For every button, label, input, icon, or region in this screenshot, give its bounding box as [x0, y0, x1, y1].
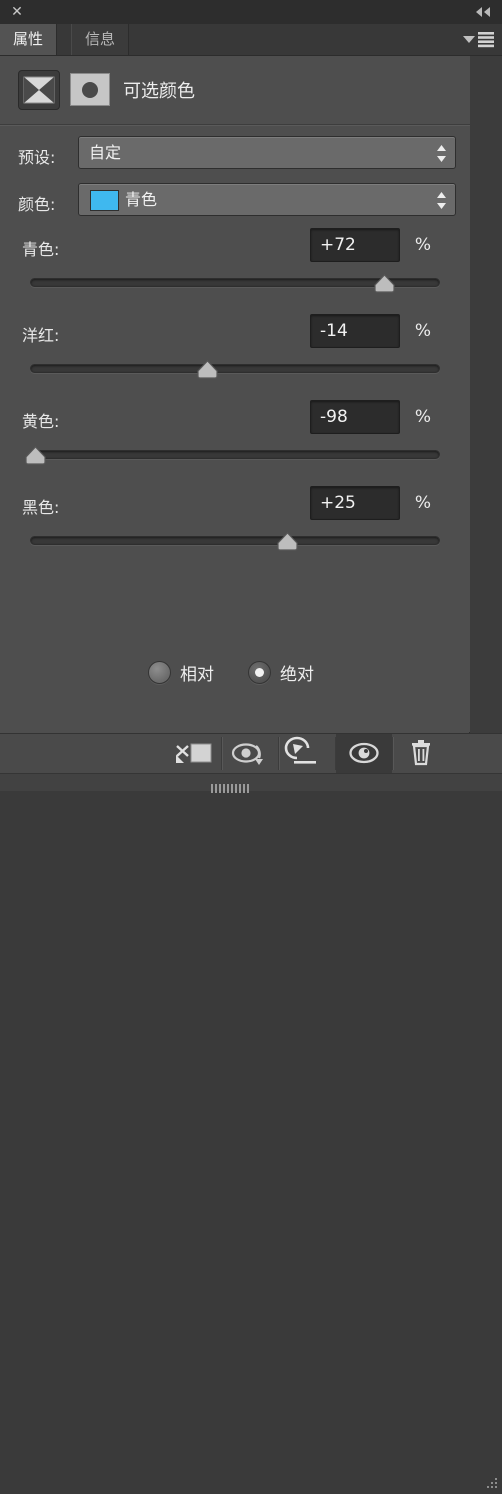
collapse-panel-icon[interactable] — [472, 4, 494, 20]
clip-to-layer-button[interactable] — [165, 734, 221, 773]
adjustment-header: 可选颜色 — [0, 56, 470, 124]
slider-value-text-2: -98 — [320, 407, 348, 427]
slider-value-input-0[interactable]: +72 — [310, 228, 400, 262]
color-swatch — [90, 190, 119, 211]
panel-content: 可选颜色 预设: 自定 颜色: 青色 青色: +72 % 洋红: -14 % 黄… — [0, 56, 470, 732]
slider-track-3[interactable] — [30, 532, 440, 551]
slider-track-1[interactable] — [30, 360, 440, 379]
colors-label: 颜色: — [18, 195, 56, 214]
method-option-relative-label: 相对 — [180, 665, 214, 685]
slider-label-0: 青色: — [22, 240, 60, 259]
dock-gutter — [469, 24, 502, 790]
tab-properties[interactable]: 属性 — [0, 24, 58, 55]
slider-thumb-2[interactable] — [24, 446, 47, 465]
method-option-absolute-label: 绝对 — [280, 665, 314, 685]
colors-value: 青色 — [125, 190, 158, 209]
panel-titlebar: ✕ — [0, 0, 502, 25]
preset-label: 预设: — [18, 148, 56, 167]
selective-color-adjustment-icon[interactable] — [18, 70, 60, 110]
slider-track-2[interactable] — [25, 446, 440, 465]
panel-menu-icon[interactable] — [461, 31, 495, 48]
colors-dropdown[interactable]: 青色 — [78, 183, 456, 216]
adjustment-title: 可选颜色 — [123, 81, 195, 102]
slider-value-input-2[interactable]: -98 — [310, 400, 400, 434]
chevron-updown-icon — [436, 191, 447, 210]
slider-label-3: 黑色: — [22, 498, 60, 517]
panel-bottom-toolbar — [0, 733, 502, 1488]
slider-unit-2: % — [414, 407, 431, 427]
resize-grip-icon[interactable] — [485, 1475, 499, 1489]
slider-value-input-3[interactable]: +25 — [310, 486, 400, 520]
slider-track-0[interactable] — [30, 274, 440, 293]
layer-mask-thumbnail[interactable] — [70, 73, 110, 106]
toggle-previous-state-button[interactable] — [222, 734, 278, 773]
slider-value-input-1[interactable]: -14 — [310, 314, 400, 348]
toggle-layer-visibility-button[interactable] — [336, 734, 392, 773]
slider-value-text-0: +72 — [320, 235, 356, 255]
delete-adjustment-button[interactable] — [393, 734, 449, 773]
slider-thumb-3[interactable] — [276, 532, 299, 551]
slider-value-text-1: -14 — [320, 321, 348, 341]
preset-value: 自定 — [89, 143, 122, 162]
slider-label-1: 洋红: — [22, 326, 60, 345]
panel-drag-strip[interactable] — [0, 773, 502, 793]
tab-info[interactable]: 信息 — [71, 24, 130, 55]
method-option-relative[interactable]: 相对 — [148, 660, 214, 685]
slider-value-text-3: +25 — [320, 493, 356, 513]
chevron-updown-icon — [436, 144, 447, 163]
slider-unit-1: % — [414, 321, 431, 341]
radio-relative[interactable] — [148, 661, 171, 684]
slider-label-2: 黄色: — [22, 412, 60, 431]
slider-unit-3: % — [414, 493, 431, 513]
reset-adjustment-button[interactable] — [279, 734, 335, 773]
close-icon[interactable]: ✕ — [9, 4, 25, 20]
method-option-absolute[interactable]: 绝对 — [248, 660, 314, 685]
divider — [0, 124, 470, 126]
slider-unit-0: % — [414, 235, 431, 255]
drag-grip-icon — [211, 778, 255, 793]
preset-dropdown[interactable]: 自定 — [78, 136, 456, 169]
radio-absolute[interactable] — [248, 661, 271, 684]
slider-thumb-1[interactable] — [196, 360, 219, 379]
mask-dot-icon — [82, 81, 98, 98]
panel-tabstrip: 属性 信息 — [0, 24, 502, 56]
slider-thumb-0[interactable] — [373, 274, 396, 293]
properties-panel: ✕ 属性 信息 可选颜色 预设: 自定 颜色: 青色 青色: +72 % 洋红:… — [0, 0, 502, 1488]
